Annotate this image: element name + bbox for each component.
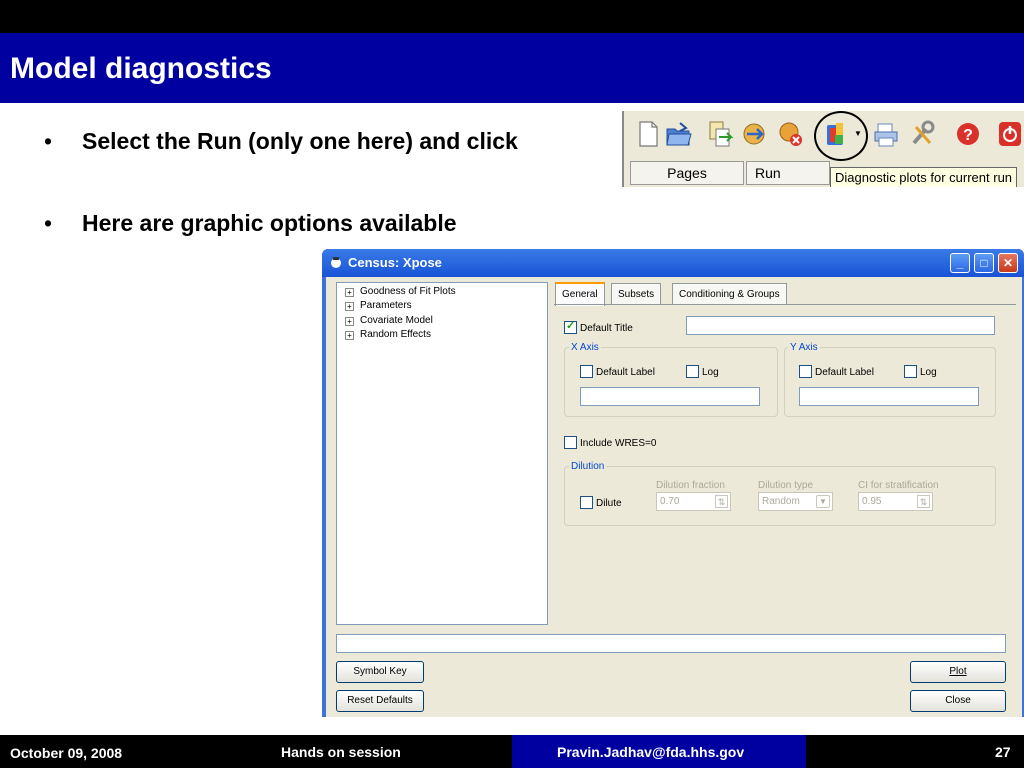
- symbol-key-button[interactable]: Symbol Key: [336, 661, 424, 683]
- title-input[interactable]: [686, 316, 995, 335]
- expand-icon[interactable]: +: [345, 331, 354, 340]
- ci-stratification-input[interactable]: 0.95 ⇅: [858, 492, 933, 511]
- copy-icon[interactable]: [706, 119, 734, 149]
- window-title-bar[interactable]: Census: Xpose _ □ ✕: [322, 249, 1024, 277]
- options-tabs: General Subsets Conditioning & Groups: [555, 282, 1015, 306]
- chevron-down-icon[interactable]: ▼: [816, 495, 830, 508]
- include-wres-checkbox[interactable]: [564, 436, 577, 449]
- dilution-fraction-label: Dilution fraction: [656, 480, 725, 491]
- dilute-label: Dilute: [596, 498, 622, 509]
- tab-conditioning-groups[interactable]: Conditioning & Groups: [672, 283, 787, 305]
- y-default-label-text: Default Label: [815, 367, 874, 378]
- dilution-fraction-input[interactable]: 0.70 ⇅: [656, 492, 731, 511]
- tree-item-label: Parameters: [360, 300, 412, 311]
- delete-run-icon[interactable]: [777, 119, 805, 149]
- x-default-label-text: Default Label: [596, 367, 655, 378]
- expand-icon[interactable]: +: [345, 288, 354, 297]
- tree-item-label: Random Effects: [360, 329, 431, 340]
- tools-icon[interactable]: [908, 119, 936, 149]
- minimize-button[interactable]: _: [950, 253, 970, 273]
- check-icon: ✓: [566, 320, 576, 332]
- window-title: Census: Xpose: [348, 255, 442, 270]
- y-axis-group: [784, 347, 996, 417]
- ci-stratification-value: 0.95: [862, 496, 882, 507]
- tab-run[interactable]: Run: [746, 161, 830, 185]
- bullet-2: • Here are graphic options available: [44, 210, 457, 237]
- tree-item-label: Goodness of Fit Plots: [360, 286, 456, 297]
- footer-date: October 09, 2008: [10, 745, 123, 761]
- tree-item-label: Covariate Model: [360, 315, 433, 326]
- status-field[interactable]: [336, 634, 1006, 653]
- top-black-bar: [0, 0, 1024, 33]
- x-default-label-checkbox[interactable]: [580, 365, 593, 378]
- y-log-text: Log: [920, 367, 937, 378]
- tab-pages[interactable]: Pages: [630, 161, 744, 185]
- maximize-icon: □: [980, 256, 988, 270]
- power-icon[interactable]: [996, 119, 1024, 149]
- help-icon[interactable]: ?: [954, 119, 982, 149]
- default-title-label: Default Title: [580, 323, 633, 334]
- bullet-text: Here are graphic options available: [82, 210, 457, 236]
- svg-text:?: ?: [963, 127, 973, 144]
- highlight-circle: [814, 111, 868, 161]
- tab-general[interactable]: General: [555, 282, 605, 306]
- window-body: + Goodness of Fit Plots + Parameters + Cova…: [326, 277, 1022, 717]
- bullet-1: • Select the Run (only one here) and clic…: [44, 128, 518, 155]
- open-folder-icon[interactable]: [664, 119, 692, 149]
- dilution-type-select[interactable]: Random ▼: [758, 492, 833, 511]
- tab-subsets[interactable]: Subsets: [611, 283, 662, 305]
- dilution-fraction-value: 0.70: [660, 496, 680, 507]
- maximize-button[interactable]: □: [974, 253, 994, 273]
- footer-session: Hands on session: [281, 744, 401, 760]
- export-icon[interactable]: [740, 119, 768, 149]
- x-log-text: Log: [702, 367, 719, 378]
- footer-page-number: 27: [995, 744, 1011, 760]
- bullet-marker: •: [44, 210, 53, 236]
- slide: Model diagnostics • Select the Run (only …: [0, 0, 1024, 768]
- xpose-window: Census: Xpose _ □ ✕ + Goodness of Fit Plo…: [322, 249, 1024, 717]
- ci-stratification-label: CI for stratification: [858, 480, 939, 491]
- expand-icon[interactable]: +: [345, 302, 354, 311]
- spinner-icon[interactable]: ⇅: [917, 495, 930, 508]
- footer: October 09, 2008 Hands on session Pravin…: [0, 735, 1024, 768]
- tree-item-random-effects[interactable]: + Random Effects: [345, 329, 431, 340]
- x-log-checkbox[interactable]: [686, 365, 699, 378]
- y-default-label-checkbox[interactable]: [799, 365, 812, 378]
- include-wres-label: Include WRES=0: [580, 438, 657, 449]
- close-window-button[interactable]: ✕: [998, 253, 1018, 273]
- app-icon: [331, 257, 341, 268]
- close-button[interactable]: Close: [910, 690, 1006, 712]
- minimize-icon: _: [956, 256, 964, 270]
- footer-email: Pravin.Jadhav@fda.hhs.gov: [557, 744, 745, 760]
- dilution-group-label: Dilution: [569, 461, 607, 472]
- bullet-marker: •: [44, 128, 53, 154]
- expand-icon[interactable]: +: [345, 317, 354, 326]
- new-document-icon[interactable]: [634, 119, 662, 149]
- slide-title: Model diagnostics: [10, 52, 272, 85]
- spinner-icon[interactable]: ⇅: [715, 495, 728, 508]
- toolbar-snapshot: ▼ ? Pages Run Diagnostic plots for curre…: [622, 111, 1024, 187]
- print-icon[interactable]: [872, 119, 900, 149]
- x-label-input[interactable]: [580, 387, 760, 406]
- plot-tree: + Goodness of Fit Plots + Parameters + Cova…: [336, 282, 548, 625]
- tree-item-covariate-model[interactable]: + Covariate Model: [345, 315, 433, 326]
- x-axis-group-label: X Axis: [569, 342, 601, 353]
- close-icon: ✕: [1002, 256, 1014, 270]
- x-axis-group: [564, 347, 778, 417]
- y-label-input[interactable]: [799, 387, 979, 406]
- plot-button[interactable]: Plot: [910, 661, 1006, 683]
- tooltip: Diagnostic plots for current run: [830, 167, 1018, 187]
- y-axis-group-label: Y Axis: [788, 342, 820, 353]
- title-bar: Model diagnostics: [0, 33, 1024, 103]
- dilution-type-label: Dilution type: [758, 480, 814, 491]
- dilution-type-value: Random: [762, 496, 800, 507]
- default-title-checkbox[interactable]: ✓: [564, 320, 577, 334]
- reset-defaults-button[interactable]: Reset Defaults: [336, 690, 424, 712]
- y-log-checkbox[interactable]: [904, 365, 917, 378]
- general-panel: ✓ Default Title X Axis Default Label Log…: [554, 304, 1016, 576]
- dilute-checkbox[interactable]: [580, 496, 593, 509]
- tree-item-goodness-of-fit[interactable]: + Goodness of Fit Plots: [345, 286, 456, 297]
- bullet-text: Select the Run (only one here) and click: [82, 128, 518, 154]
- tree-item-parameters[interactable]: + Parameters: [345, 300, 412, 311]
